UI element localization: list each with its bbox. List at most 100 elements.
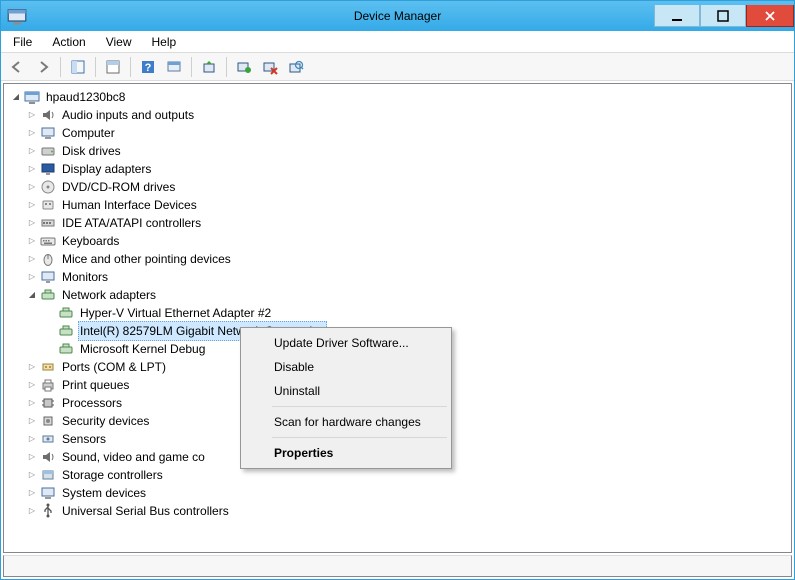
expand-arrow[interactable] <box>8 89 24 105</box>
expand-arrow[interactable] <box>24 161 40 177</box>
context-menu: Update Driver Software... Disable Uninst… <box>240 327 452 469</box>
tree-item-label: hpaud1230bc8 <box>44 88 127 106</box>
tree-category[interactable]: Network adapters <box>6 286 789 304</box>
network-device-icon <box>58 305 74 321</box>
tree-category[interactable]: Universal Serial Bus controllers <box>6 502 789 520</box>
context-properties[interactable]: Properties <box>244 441 448 465</box>
tree-item-label: Network adapters <box>60 286 158 304</box>
tree-item-label: Audio inputs and outputs <box>60 106 196 124</box>
tree-category[interactable]: IDE ATA/ATAPI controllers <box>6 214 789 232</box>
enable-button[interactable] <box>232 55 256 79</box>
network-icon <box>40 287 56 303</box>
tree-category[interactable]: Computer <box>6 124 789 142</box>
scan-button[interactable] <box>162 55 186 79</box>
tree-category[interactable]: Audio inputs and outputs <box>6 106 789 124</box>
expand-arrow[interactable] <box>24 233 40 249</box>
tree-item-label: Microsoft Kernel Debug <box>78 340 207 358</box>
tree-category[interactable]: Mice and other pointing devices <box>6 250 789 268</box>
tree-category[interactable]: Human Interface Devices <box>6 196 789 214</box>
svg-text:?: ? <box>145 62 152 74</box>
tree-item-label: Sensors <box>60 430 108 448</box>
context-update-driver[interactable]: Update Driver Software... <box>244 331 448 355</box>
optical-icon <box>40 179 56 195</box>
expand-arrow[interactable] <box>24 143 40 159</box>
expand-arrow[interactable] <box>24 125 40 141</box>
show-hidden-button[interactable] <box>66 55 90 79</box>
tree-item-label: Print queues <box>60 376 131 394</box>
context-scan[interactable]: Scan for hardware changes <box>244 410 448 434</box>
tree-category[interactable]: Monitors <box>6 268 789 286</box>
tree-category[interactable]: System devices <box>6 484 789 502</box>
tree-category[interactable]: Disk drives <box>6 142 789 160</box>
expand-arrow[interactable] <box>24 197 40 213</box>
menu-view[interactable]: View <box>98 33 140 51</box>
titlebar[interactable]: Device Manager <box>1 1 794 31</box>
menu-help[interactable]: Help <box>144 33 185 51</box>
tree-item-label: Monitors <box>60 268 110 286</box>
device-tree-panel[interactable]: hpaud1230bc8Audio inputs and outputsComp… <box>3 83 792 553</box>
tree-item-label: System devices <box>60 484 148 502</box>
context-separator <box>272 437 447 438</box>
ports-icon <box>40 359 56 375</box>
tree-category[interactable]: DVD/CD-ROM drives <box>6 178 789 196</box>
scan-hardware-button[interactable] <box>284 55 308 79</box>
monitor-icon <box>40 269 56 285</box>
sound-icon <box>40 449 56 465</box>
expand-arrow[interactable] <box>24 287 40 303</box>
tree-category[interactable]: Display adapters <box>6 160 789 178</box>
tree-item-label: Keyboards <box>60 232 121 250</box>
tree-item-label: Hyper-V Virtual Ethernet Adapter #2 <box>78 304 273 322</box>
expand-arrow[interactable] <box>24 251 40 267</box>
expand-arrow[interactable] <box>24 395 40 411</box>
device-manager-window: Device Manager File Action View Help ? h… <box>0 0 795 580</box>
maximize-button[interactable] <box>700 5 746 27</box>
computer-icon <box>40 125 56 141</box>
tree-item-label: Human Interface Devices <box>60 196 199 214</box>
tree-item-label: Sound, video and game co <box>60 448 207 466</box>
expand-arrow[interactable] <box>24 377 40 393</box>
tree-item-label: IDE ATA/ATAPI controllers <box>60 214 203 232</box>
forward-button[interactable] <box>31 55 55 79</box>
expand-arrow[interactable] <box>24 107 40 123</box>
expand-arrow[interactable] <box>24 215 40 231</box>
uninstall-button[interactable] <box>258 55 282 79</box>
menu-action[interactable]: Action <box>44 33 93 51</box>
expand-arrow[interactable] <box>24 359 40 375</box>
close-button[interactable] <box>746 5 794 27</box>
update-driver-button[interactable] <box>197 55 221 79</box>
context-disable[interactable]: Disable <box>244 355 448 379</box>
usb-icon <box>40 503 56 519</box>
tree-item-label: Storage controllers <box>60 466 165 484</box>
disk-icon <box>40 143 56 159</box>
mouse-icon <box>40 251 56 267</box>
context-uninstall[interactable]: Uninstall <box>244 379 448 403</box>
expand-arrow[interactable] <box>24 503 40 519</box>
toolbar-separator <box>191 57 192 77</box>
expand-arrow[interactable] <box>24 179 40 195</box>
menu-file[interactable]: File <box>5 33 40 51</box>
expand-arrow[interactable] <box>24 413 40 429</box>
tree-item-label: DVD/CD-ROM drives <box>60 178 177 196</box>
help-button[interactable]: ? <box>136 55 160 79</box>
toolbar: ? <box>1 53 794 81</box>
properties-button[interactable] <box>101 55 125 79</box>
security-icon <box>40 413 56 429</box>
tree-item-label: Universal Serial Bus controllers <box>60 502 231 520</box>
computer-root <box>24 89 40 105</box>
tree-device[interactable]: Hyper-V Virtual Ethernet Adapter #2 <box>6 304 789 322</box>
back-button[interactable] <box>5 55 29 79</box>
tree-root[interactable]: hpaud1230bc8 <box>6 88 789 106</box>
display-icon <box>40 161 56 177</box>
expand-arrow[interactable] <box>24 467 40 483</box>
tree-category[interactable]: Keyboards <box>6 232 789 250</box>
tree-item-label: Security devices <box>60 412 151 430</box>
tree-item-label: Mice and other pointing devices <box>60 250 233 268</box>
expand-arrow[interactable] <box>24 485 40 501</box>
expand-arrow[interactable] <box>24 269 40 285</box>
statusbar <box>3 555 792 577</box>
toolbar-separator <box>226 57 227 77</box>
expand-arrow[interactable] <box>24 449 40 465</box>
tree-item-label: Ports (COM & LPT) <box>60 358 168 376</box>
expand-arrow[interactable] <box>24 431 40 447</box>
minimize-button[interactable] <box>654 5 700 27</box>
